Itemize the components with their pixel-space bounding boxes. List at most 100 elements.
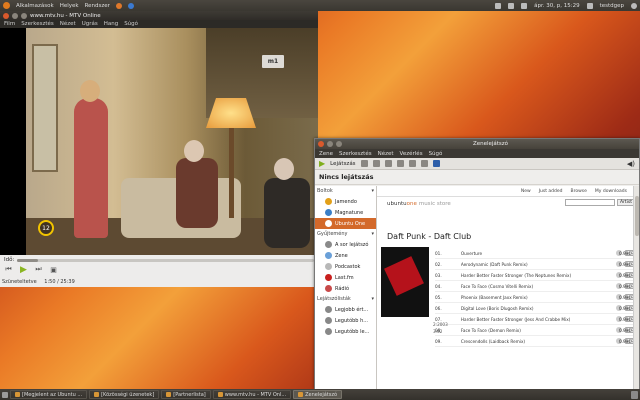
store-scrollbar[interactable] [633, 186, 639, 389]
collapse-icon[interactable]: ▾ [371, 231, 374, 237]
show-desktop-icon[interactable] [2, 391, 8, 398]
scene-lamp-pole [229, 128, 234, 218]
volume-icon[interactable]: ◀) [627, 160, 635, 168]
minimize-icon[interactable] [327, 141, 333, 147]
source-magnatune[interactable]: Magnatune [315, 207, 376, 218]
track-row[interactable]: 04.Face To Face (Cosmo Vitelli Remix)Dow… [435, 281, 639, 292]
store-nav-just-added[interactable]: Just added [539, 189, 563, 194]
browse-icon[interactable] [408, 160, 416, 167]
power-icon[interactable] [631, 2, 637, 9]
taskbar-item[interactable]: [Megjelent az Ubuntu ... [10, 390, 88, 399]
video-screen[interactable]: m1 12 [0, 28, 318, 255]
playlist-recently-added[interactable]: Legutóbb h... [315, 315, 376, 326]
username[interactable]: testdgep [600, 3, 624, 9]
shuffle-icon[interactable] [396, 160, 404, 167]
sidebar-toggle-icon[interactable] [432, 160, 440, 167]
menu-places[interactable]: Helyek [60, 3, 79, 9]
track-row[interactable]: 09.Crescendolls (Laidback Remix)Download [435, 336, 639, 347]
source-label: Last.fm [335, 274, 354, 281]
podcast-icon [325, 263, 332, 270]
collapse-icon[interactable]: ▾ [371, 188, 374, 194]
repeat-icon[interactable] [384, 160, 392, 167]
music-titlebar[interactable]: Zenelejátszó [315, 139, 639, 149]
previous-icon[interactable]: ⏮ [4, 265, 13, 274]
playlist-recently-played[interactable]: Legutóbb le... [315, 326, 376, 337]
track-row[interactable]: 05.Phoenix (Basement Jaxx Remix)Download [435, 292, 639, 303]
track-row[interactable]: 03. Harder Better Faster Stronger (The Ne… [435, 270, 639, 281]
store-nav-browse[interactable]: Browse [571, 189, 587, 194]
taskbar-label: www.mtv.hu - MTV Onl... [224, 391, 287, 398]
close-icon[interactable] [3, 12, 9, 19]
menu-view[interactable]: Nézet [378, 151, 394, 157]
previous-icon[interactable] [360, 160, 368, 167]
track-row[interactable]: 06.Digital Love (Boris Dlugosh Remix)Dow… [435, 303, 639, 314]
menu-sound[interactable]: Hang [104, 21, 118, 27]
next-icon[interactable]: ⏭ [34, 265, 43, 274]
track-row[interactable]: 02.Aerodynamic (Daft Punk Remix)Download [435, 259, 639, 270]
taskbar-item[interactable]: [Partnerlista] [161, 390, 211, 399]
source-radio[interactable]: Rádió [315, 283, 376, 294]
minimize-icon[interactable] [12, 12, 18, 19]
network-icon[interactable] [508, 2, 515, 9]
seek-slider[interactable] [17, 258, 314, 262]
mail-icon[interactable] [495, 2, 502, 9]
source-lastfm[interactable]: Last.fm [315, 272, 376, 283]
source-ubuntu-one[interactable]: Ubuntu One [315, 218, 376, 229]
menu-edit[interactable]: Szerkesztés [339, 151, 372, 157]
track-name: Aerodynamic (Daft Punk Remix) [460, 261, 528, 267]
source-sidebar: Boltok ▾ Jamendo Magnatune Ubuntu One Gyű… [315, 186, 377, 389]
playlist-top-rated[interactable]: Legjobb ért... [315, 304, 376, 315]
play-icon[interactable]: ▶ [319, 159, 325, 168]
taskbar-item[interactable]: www.mtv.hu - MTV Onl... [212, 390, 292, 399]
taskbar-item[interactable]: Zenelejátszó [293, 390, 343, 399]
section-stores[interactable]: Boltok ▾ [315, 186, 376, 196]
trash-icon[interactable] [631, 390, 638, 399]
gear-icon [325, 317, 332, 324]
menu-system[interactable]: Rendszer [85, 3, 110, 9]
firefox-icon[interactable] [115, 2, 122, 9]
menu-help[interactable]: Súgó [124, 21, 138, 27]
source-label: Ubuntu One [335, 220, 366, 227]
scene-person-sitting [176, 158, 218, 228]
track-row[interactable]: 01.OuvertureDownload [435, 248, 639, 259]
menu-view[interactable]: Nézet [60, 21, 76, 27]
section-title: Boltok [317, 188, 333, 194]
play-button[interactable]: Lejátszás [330, 161, 355, 167]
section-library[interactable]: Gyűjtemény ▾ [315, 229, 376, 239]
section-playlists[interactable]: Lejátszólisták ▾ [315, 294, 376, 304]
menu-help[interactable]: Súgó [429, 151, 443, 157]
track-row[interactable]: 07. Harder Better Faster Stronger (Jess A… [435, 314, 639, 325]
store-nav-new[interactable]: New [521, 189, 531, 194]
track-row[interactable]: 08.Face To Face (Demon Remix)Download [435, 325, 639, 336]
source-jamendo[interactable]: Jamendo [315, 196, 376, 207]
play-icon[interactable]: ▶ [19, 265, 28, 275]
fullscreen-icon[interactable]: ▣ [49, 265, 58, 274]
collapse-icon[interactable]: ▾ [371, 296, 374, 302]
next-icon[interactable] [372, 160, 380, 167]
track-name: Harder Better Faster Stronger (The Neptu… [460, 272, 572, 278]
taskbar-item[interactable]: [Közösségi üzenetek] [89, 390, 160, 399]
close-icon[interactable] [318, 141, 324, 147]
menu-edit[interactable]: Szerkesztés [21, 21, 54, 27]
source-podcasts[interactable]: Podcastok [315, 261, 376, 272]
clock[interactable]: ápr. 30, p, 15:29 [534, 3, 579, 9]
scrollbar-thumb[interactable] [635, 196, 639, 236]
source-play-queue[interactable]: A sor lejátszó [315, 239, 376, 250]
help-icon[interactable] [127, 2, 134, 9]
menu-applications[interactable]: Alkalmazások [16, 3, 54, 9]
menu-go[interactable]: Ugrás [82, 21, 98, 27]
menu-music[interactable]: Zene [319, 151, 333, 157]
maximize-icon[interactable] [336, 141, 342, 147]
store-search-input[interactable] [564, 199, 615, 206]
source-music[interactable]: Zene [315, 250, 376, 261]
menu-control[interactable]: Vezérlés [400, 151, 423, 157]
ubuntu-logo-icon[interactable] [3, 2, 10, 9]
menu-film[interactable]: Film [4, 21, 15, 27]
track-title: 09. [435, 338, 442, 344]
maximize-icon[interactable] [21, 12, 27, 19]
volume-icon[interactable] [521, 2, 528, 9]
store-nav-my-downloads[interactable]: My downloads [595, 189, 627, 194]
section-title: Gyűjtemény [317, 231, 348, 237]
video-titlebar[interactable]: www.mtv.hu - MTV Online [0, 11, 318, 20]
visualization-icon[interactable] [420, 160, 428, 167]
